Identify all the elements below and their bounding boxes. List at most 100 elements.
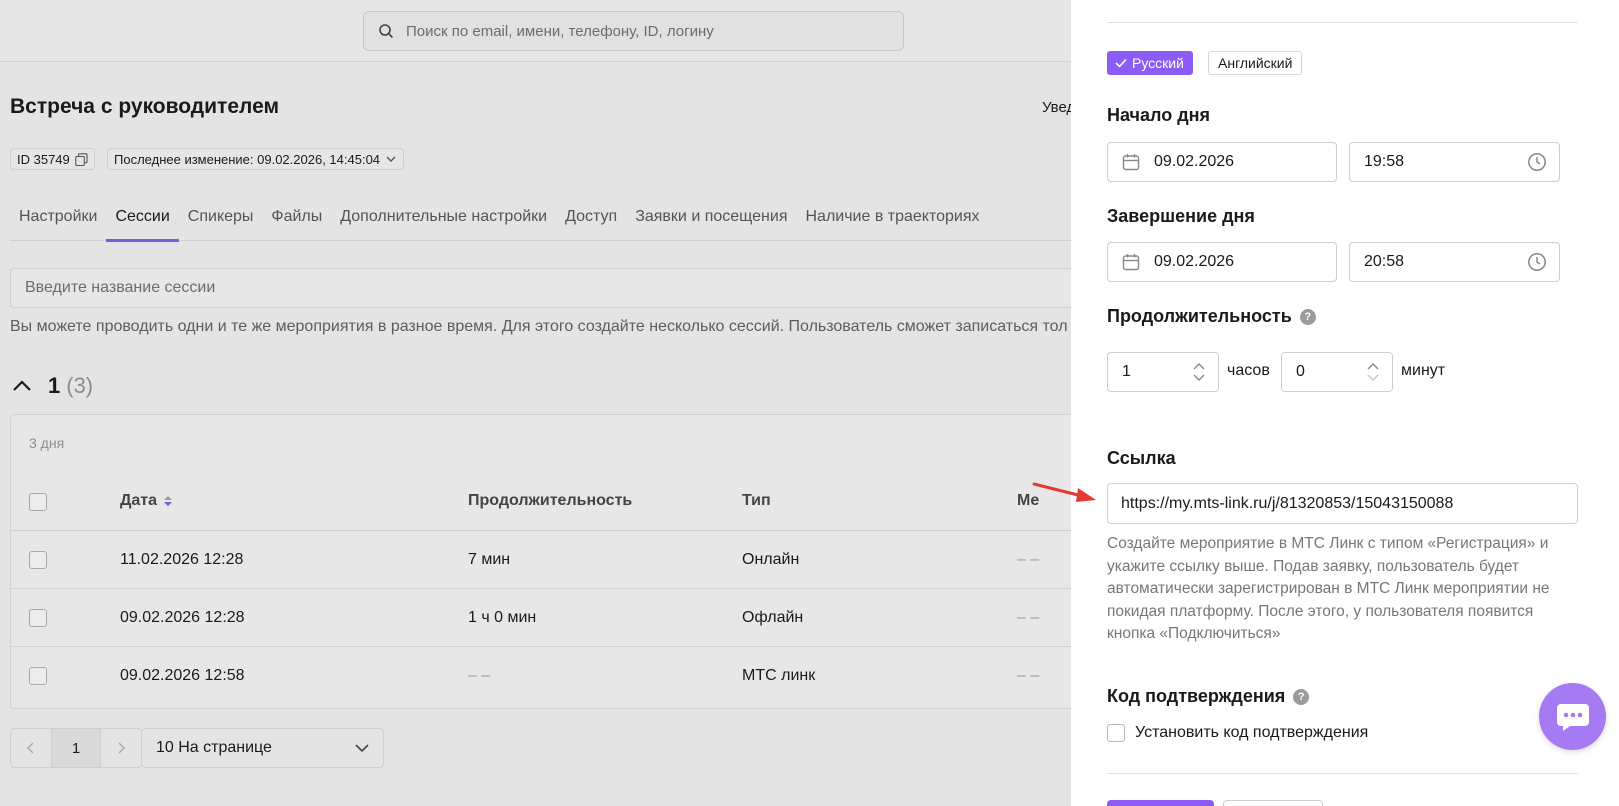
end-date-field[interactable]: 09.02.2026 [1107,242,1337,282]
confirmation-code-label-text: Код подтверждения [1107,686,1286,706]
clock-icon [1528,253,1546,271]
group-number: 1 [48,373,61,398]
session-group-header[interactable]: 1 (3) [12,373,93,399]
row-checkbox[interactable] [29,551,47,569]
chevron-left-icon [27,742,34,754]
link-label: Ссылка [1107,448,1176,468]
pagination: 1 [10,728,142,768]
cancel-button[interactable] [1223,800,1323,806]
end-date-value: 09.02.2026 [1154,253,1235,270]
group-count: (3) [66,373,94,398]
row-date: 09.02.2026 12:28 [120,609,245,626]
copy-icon[interactable] [75,152,88,166]
duration-label: Продолжительность ? [1107,306,1316,327]
session-name-input[interactable]: Введите название сессии [10,268,1080,308]
hours-unit: часов [1227,362,1270,379]
language-ru-label: Русский [1132,55,1184,71]
start-time-field[interactable]: 19:58 [1349,142,1560,182]
language-en-toggle[interactable]: Английский [1208,51,1303,75]
header-date-label: Дата [120,492,158,509]
tab-sessions[interactable]: Сессии [106,200,180,242]
header-date[interactable]: Дата [120,492,173,510]
last-change-dropdown[interactable]: Последнее изменение: 09.02.2026, 14:45:0… [107,148,405,170]
link-help-text: Создайте мероприятие в МТС Линк с типом … [1107,535,1550,642]
tab-settings[interactable]: Настройки [10,200,106,241]
id-chip-label: ID 35749 [17,151,70,167]
chevron-right-icon [118,742,125,754]
end-time-value: 20:58 [1364,253,1405,270]
row-more: – – [1017,609,1040,626]
link-input[interactable]: https://my.mts-link.ru/j/81320853/150431… [1107,483,1578,524]
checkbox-box[interactable] [1107,724,1125,742]
row-duration: 7 мин [468,551,511,568]
page-title: Встреча с руководителем [10,95,280,118]
sessions-table: 3 дня Дата Продолжительность Тип Ме 11.0… [10,414,1080,709]
sort-icon[interactable] [163,494,173,508]
last-change-label: Последнее изменение: 09.02.2026, 14:45:0… [114,151,381,167]
row-type: Офлайн [742,609,804,626]
tab-requests[interactable]: Заявки и посещения [626,200,796,241]
tab-additional-settings[interactable]: Дополнительные настройки [331,200,556,241]
chevron-up-icon[interactable] [12,379,32,393]
main-page: Поиск по email, имени, телефону, ID, лог… [0,0,1080,806]
chevron-down-icon [386,156,396,162]
header-type: Тип [742,492,771,509]
check-icon [1115,58,1127,68]
chat-icon [1556,703,1589,731]
row-date: 11.02.2026 12:28 [120,551,244,568]
help-icon[interactable]: ? [1293,688,1310,705]
row-duration: 1 ч 0 мин [468,609,537,626]
help-icon[interactable]: ? [1299,308,1316,325]
save-button[interactable] [1107,800,1214,806]
id-chip[interactable]: ID 35749 [10,148,95,170]
start-date-value: 09.02.2026 [1154,153,1235,170]
per-page-value: 10 На странице [156,739,272,756]
table-row[interactable]: 09.02.2026 12:28 1 ч 0 мин Офлайн – – [11,589,1080,647]
stepper-arrows-icon[interactable] [1366,361,1380,383]
minutes-value: 0 [1296,363,1305,380]
top-bar: Поиск по email, имени, телефону, ID, лог… [0,0,1080,62]
search-input[interactable]: Поиск по email, имени, телефону, ID, лог… [363,11,904,51]
calendar-icon [1122,154,1140,171]
duration-label-text: Продолжительность [1107,306,1292,326]
stepper-arrows-icon[interactable] [1192,361,1206,383]
set-code-label: Установить код подтверждения [1135,724,1369,741]
divider [1107,22,1578,23]
row-more: – – [1017,551,1040,568]
header-duration: Продолжительность [468,492,633,509]
minutes-stepper[interactable]: 0 [1281,352,1393,392]
next-page-button[interactable] [101,729,141,767]
prev-page-button[interactable] [11,729,51,767]
tabs-bar: Настройки Сессии Спикеры Файлы Дополните… [10,200,1080,242]
end-time-field[interactable]: 20:58 [1349,242,1560,282]
table-row[interactable]: 11.02.2026 12:28 7 мин Онлайн – – [11,531,1080,589]
sessions-hint: Вы можете проводить одни и те же меропри… [10,318,1068,335]
tab-trajectories[interactable]: Наличие в траекториях [796,200,988,241]
hours-value: 1 [1122,363,1131,380]
table-header-row: Дата Продолжительность Тип Ме [11,473,1080,531]
session-edit-drawer: Русский Английский Начало дня 09.02.2026… [1071,0,1619,806]
row-duration: – – [468,667,491,684]
search-icon [379,24,393,38]
row-checkbox[interactable] [29,667,47,685]
current-page[interactable]: 1 [51,729,101,767]
confirmation-code-label: Код подтверждения ? [1107,686,1310,707]
tab-files[interactable]: Файлы [262,200,331,241]
calendar-icon [1122,254,1140,271]
row-type: Онлайн [742,551,800,568]
select-all-checkbox[interactable] [29,493,47,511]
hours-stepper[interactable]: 1 [1107,352,1219,392]
tab-speakers[interactable]: Спикеры [179,200,263,241]
table-row[interactable]: 09.02.2026 12:58 – – МТС линк – – [11,647,1080,705]
chat-button[interactable] [1539,683,1606,750]
minutes-unit: минут [1401,362,1446,379]
set-code-checkbox[interactable]: Установить код подтверждения [1107,724,1368,742]
start-date-field[interactable]: 09.02.2026 [1107,142,1337,182]
row-type: МТС линк [742,667,816,684]
days-label: 3 дня [29,435,65,451]
language-ru-toggle[interactable]: Русский [1107,51,1193,75]
per-page-select[interactable]: 10 На странице [141,728,384,768]
tab-access[interactable]: Доступ [556,200,626,241]
row-checkbox[interactable] [29,609,47,627]
clock-icon [1528,153,1546,171]
